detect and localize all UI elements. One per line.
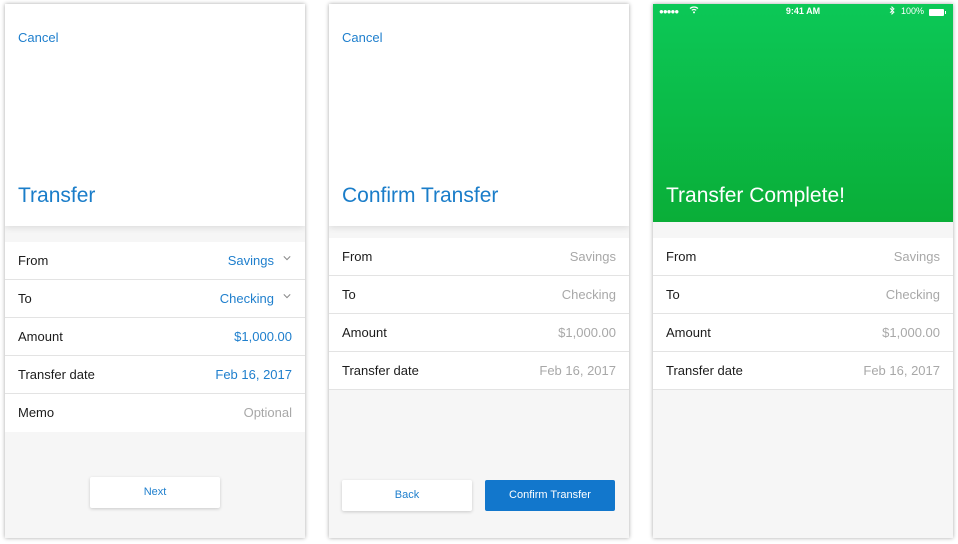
memo-input[interactable]: Optional xyxy=(244,405,292,420)
amount-label: Amount xyxy=(18,329,63,344)
next-button[interactable]: Next xyxy=(90,477,220,508)
to-field[interactable]: To Checking xyxy=(5,280,305,318)
to-value: Checking xyxy=(885,287,940,302)
battery-icon xyxy=(929,9,946,16)
amount-value: $1,000.00 xyxy=(882,325,940,340)
transfer-date-field[interactable]: Transfer date Feb 16, 2017 xyxy=(5,356,305,394)
transfer-date-value: Feb 16, 2017 xyxy=(863,363,940,378)
amount-label: Amount xyxy=(666,325,711,340)
from-field[interactable]: From Savings xyxy=(5,242,305,280)
confirm-header: Cancel Confirm Transfer xyxy=(329,4,629,226)
memo-label: Memo xyxy=(18,405,55,420)
confirm-transfer-screen: Cancel Confirm Transfer From Savings To … xyxy=(329,4,629,538)
from-select-value[interactable]: Savings xyxy=(228,253,274,268)
transfer-date-label: Transfer date xyxy=(666,363,743,378)
page-title: Transfer Complete! xyxy=(666,184,845,207)
summary-row: To Checking xyxy=(329,276,629,314)
amount-input[interactable]: $1,000.00 xyxy=(234,329,292,344)
cancel-link[interactable]: Cancel xyxy=(18,30,58,45)
cancel-link[interactable]: Cancel xyxy=(342,30,382,45)
transfer-date-label: Transfer date xyxy=(18,367,95,382)
from-label: From xyxy=(666,249,697,264)
transfer-complete-screen: ●●●●● 9:41 AM 100% Transfer Complete! Fr… xyxy=(653,4,953,538)
from-value: Savings xyxy=(893,249,940,264)
status-bar: ●●●●● 9:41 AM 100% xyxy=(653,4,953,20)
transfer-date-label: Transfer date xyxy=(342,363,419,378)
summary-row: Amount $1,000.00 xyxy=(329,314,629,352)
from-label: From xyxy=(18,253,49,268)
back-button[interactable]: Back xyxy=(342,480,472,511)
amount-field[interactable]: Amount $1,000.00 xyxy=(5,318,305,356)
transfer-date-input[interactable]: Feb 16, 2017 xyxy=(215,367,292,382)
to-label: To xyxy=(18,291,32,306)
from-value: Savings xyxy=(569,249,616,264)
summary-row: From Savings xyxy=(329,238,629,276)
transfer-date-value: Feb 16, 2017 xyxy=(539,363,616,378)
summary-row: Transfer date Feb 16, 2017 xyxy=(653,352,953,390)
to-label: To xyxy=(666,287,680,302)
summary-row: Amount $1,000.00 xyxy=(653,314,953,352)
battery-percent: 100% xyxy=(901,6,925,16)
amount-value: $1,000.00 xyxy=(558,325,616,340)
confirm-transfer-button[interactable]: Confirm Transfer xyxy=(485,480,615,511)
page-title: Transfer xyxy=(18,184,96,207)
summary-row: Transfer date Feb 16, 2017 xyxy=(329,352,629,390)
page-title: Confirm Transfer xyxy=(342,184,499,207)
to-value: Checking xyxy=(561,287,616,302)
summary-row: From Savings xyxy=(653,238,953,276)
transfer-header: Cancel Transfer xyxy=(5,4,305,226)
memo-field[interactable]: Memo Optional xyxy=(5,394,305,432)
transfer-form: From Savings To Checking Amount $1,000.0… xyxy=(5,242,305,432)
amount-label: Amount xyxy=(342,325,387,340)
transfer-screen: Cancel Transfer From Savings To Checking… xyxy=(5,4,305,538)
to-label: To xyxy=(342,287,356,302)
success-header: ●●●●● 9:41 AM 100% Transfer Complete! xyxy=(653,4,953,222)
transfer-summary: From Savings To Checking Amount $1,000.0… xyxy=(653,238,953,390)
chevron-down-icon[interactable] xyxy=(283,254,291,262)
to-select-value[interactable]: Checking xyxy=(220,291,274,306)
summary-row: To Checking xyxy=(653,276,953,314)
from-label: From xyxy=(342,249,373,264)
chevron-down-icon[interactable] xyxy=(283,292,291,300)
transfer-summary: From Savings To Checking Amount $1,000.0… xyxy=(329,238,629,390)
bluetooth-icon xyxy=(889,5,895,17)
